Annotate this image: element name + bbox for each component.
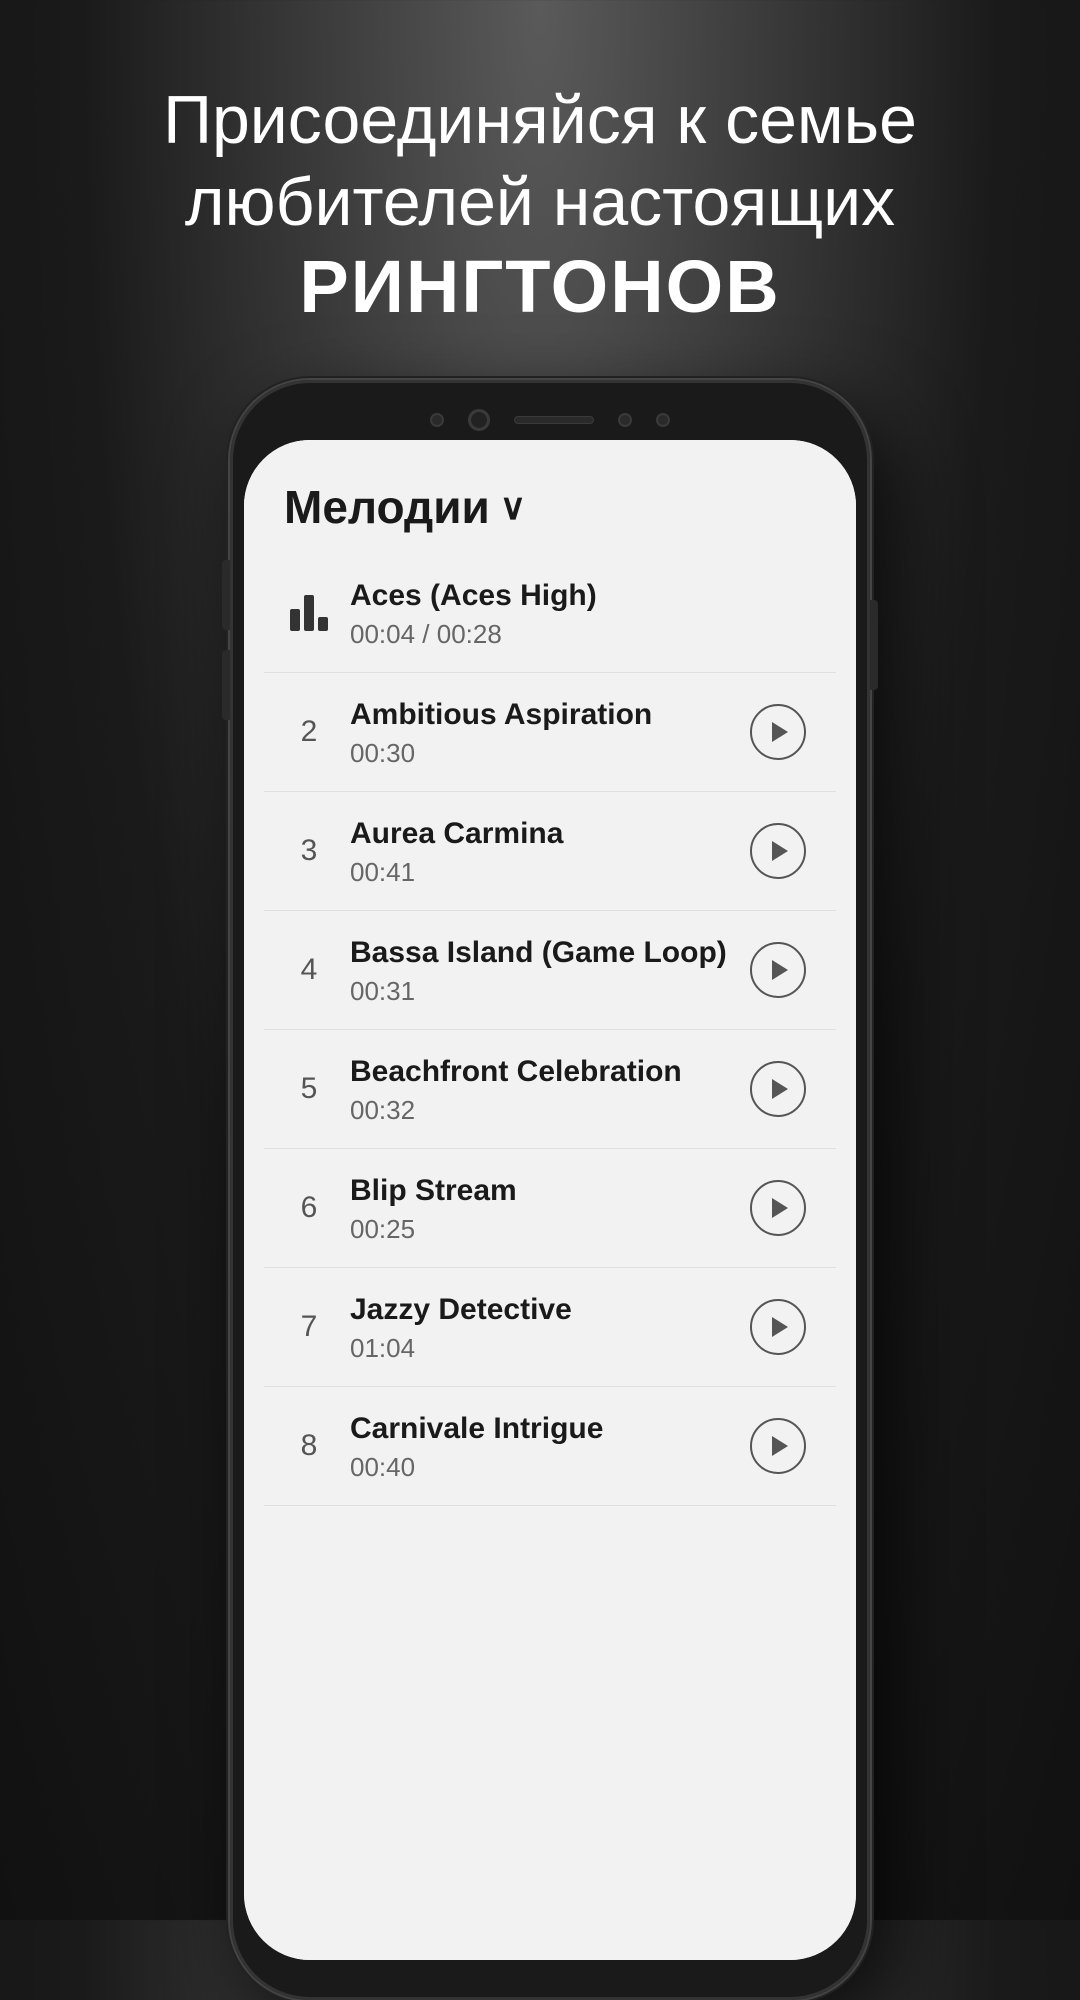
play-button[interactable]: [750, 823, 806, 879]
play-arrow-icon: [772, 1198, 788, 1218]
volume-up-button: [222, 560, 230, 630]
bar-3: [318, 617, 328, 631]
song-title: Aurea Carmina: [350, 814, 750, 853]
melodies-title: Мелодии: [284, 480, 490, 534]
song-info: Ambitious Aspiration 00:30: [334, 695, 750, 769]
song-title: Jazzy Detective: [350, 1290, 750, 1329]
list-item[interactable]: 8 Carnivale Intrigue 00:40: [264, 1387, 836, 1506]
play-button[interactable]: [750, 1418, 806, 1474]
play-arrow-icon: [772, 960, 788, 980]
song-info: Aurea Carmina 00:41: [334, 814, 750, 888]
song-number: 6: [284, 1191, 334, 1225]
sensor-dot: [656, 413, 670, 427]
list-item[interactable]: 7 Jazzy Detective 01:04: [264, 1268, 836, 1387]
song-info: Blip Stream 00:25: [334, 1171, 750, 1245]
song-info: Aces (Aces High) 00:04 / 00:28: [334, 576, 816, 650]
phone-screen: Мелодии ∨ Aces (Aces High): [244, 440, 856, 1960]
list-item[interactable]: 4 Bassa Island (Game Loop) 00:31: [264, 911, 836, 1030]
song-title: Carnivale Intrigue: [350, 1409, 750, 1448]
phone-notch: [400, 400, 700, 440]
promo-line2: любителей настоящих: [60, 162, 1020, 244]
phone-mockup: Мелодии ∨ Aces (Aces High): [230, 380, 870, 2000]
play-arrow-icon: [772, 722, 788, 742]
list-item[interactable]: Aces (Aces High) 00:04 / 00:28: [264, 554, 836, 673]
play-arrow-icon: [772, 1079, 788, 1099]
song-duration: 00:04 / 00:28: [350, 619, 816, 650]
front-camera-main: [468, 409, 490, 431]
song-number: 4: [284, 953, 334, 987]
chevron-down-icon: ∨: [500, 486, 526, 528]
play-button[interactable]: [750, 1180, 806, 1236]
song-number: 7: [284, 1310, 334, 1344]
playing-indicator: [284, 595, 334, 631]
play-arrow-icon: [772, 1436, 788, 1456]
song-title: Beachfront Celebration: [350, 1052, 750, 1091]
promo-line1: Присоединяйся к семье: [60, 80, 1020, 162]
song-title: Ambitious Aspiration: [350, 695, 750, 734]
song-list: Aces (Aces High) 00:04 / 00:28 2 Ambitio…: [244, 554, 856, 1506]
play-button[interactable]: [750, 942, 806, 998]
song-duration: 00:30: [350, 738, 750, 769]
song-duration: 00:41: [350, 857, 750, 888]
song-title: Blip Stream: [350, 1171, 750, 1210]
phone-frame: Мелодии ∨ Aces (Aces High): [230, 380, 870, 2000]
song-number: 8: [284, 1429, 334, 1463]
song-title: Bassa Island (Game Loop): [350, 933, 750, 972]
volume-down-button: [222, 650, 230, 720]
song-duration: 00:25: [350, 1214, 750, 1245]
song-info: Jazzy Detective 01:04: [334, 1290, 750, 1364]
screen-content: Мелодии ∨ Aces (Aces High): [244, 440, 856, 1960]
power-button: [870, 600, 878, 690]
promo-line3: РИНГТОНОВ: [60, 243, 1020, 332]
song-info: Carnivale Intrigue 00:40: [334, 1409, 750, 1483]
song-duration: 00:40: [350, 1452, 750, 1483]
song-number: 5: [284, 1072, 334, 1106]
front-camera-left: [430, 413, 444, 427]
song-duration: 01:04: [350, 1333, 750, 1364]
song-info: Beachfront Celebration 00:32: [334, 1052, 750, 1126]
list-item[interactable]: 5 Beachfront Celebration 00:32: [264, 1030, 836, 1149]
bar-2: [304, 595, 314, 631]
play-arrow-icon: [772, 1317, 788, 1337]
play-button[interactable]: [750, 704, 806, 760]
play-button[interactable]: [750, 1061, 806, 1117]
song-duration: 00:32: [350, 1095, 750, 1126]
list-item[interactable]: 3 Aurea Carmina 00:41: [264, 792, 836, 911]
song-title: Aces (Aces High): [350, 576, 816, 615]
song-duration: 00:31: [350, 976, 750, 1007]
song-number: 2: [284, 715, 334, 749]
promo-section: Присоединяйся к семье любителей настоящи…: [0, 80, 1080, 332]
bar-1: [290, 609, 300, 631]
play-button[interactable]: [750, 1299, 806, 1355]
song-info: Bassa Island (Game Loop) 00:31: [334, 933, 750, 1007]
header-title-container[interactable]: Мелодии ∨: [284, 480, 816, 534]
front-camera-right: [618, 413, 632, 427]
speaker-bar: [514, 416, 594, 424]
list-item[interactable]: 6 Blip Stream 00:25: [264, 1149, 836, 1268]
play-arrow-icon: [772, 841, 788, 861]
list-item[interactable]: 2 Ambitious Aspiration 00:30: [264, 673, 836, 792]
app-header[interactable]: Мелодии ∨: [244, 440, 856, 554]
song-number: 3: [284, 834, 334, 868]
